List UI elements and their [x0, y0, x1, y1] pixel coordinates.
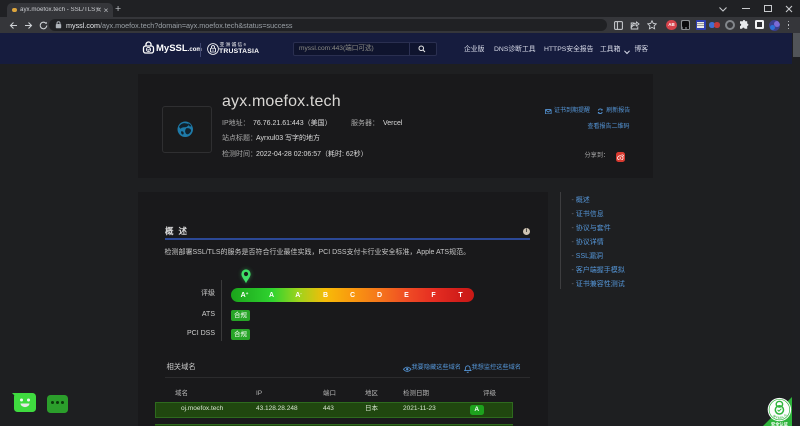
svg-text:安全认证: 安全认证: [771, 421, 789, 426]
